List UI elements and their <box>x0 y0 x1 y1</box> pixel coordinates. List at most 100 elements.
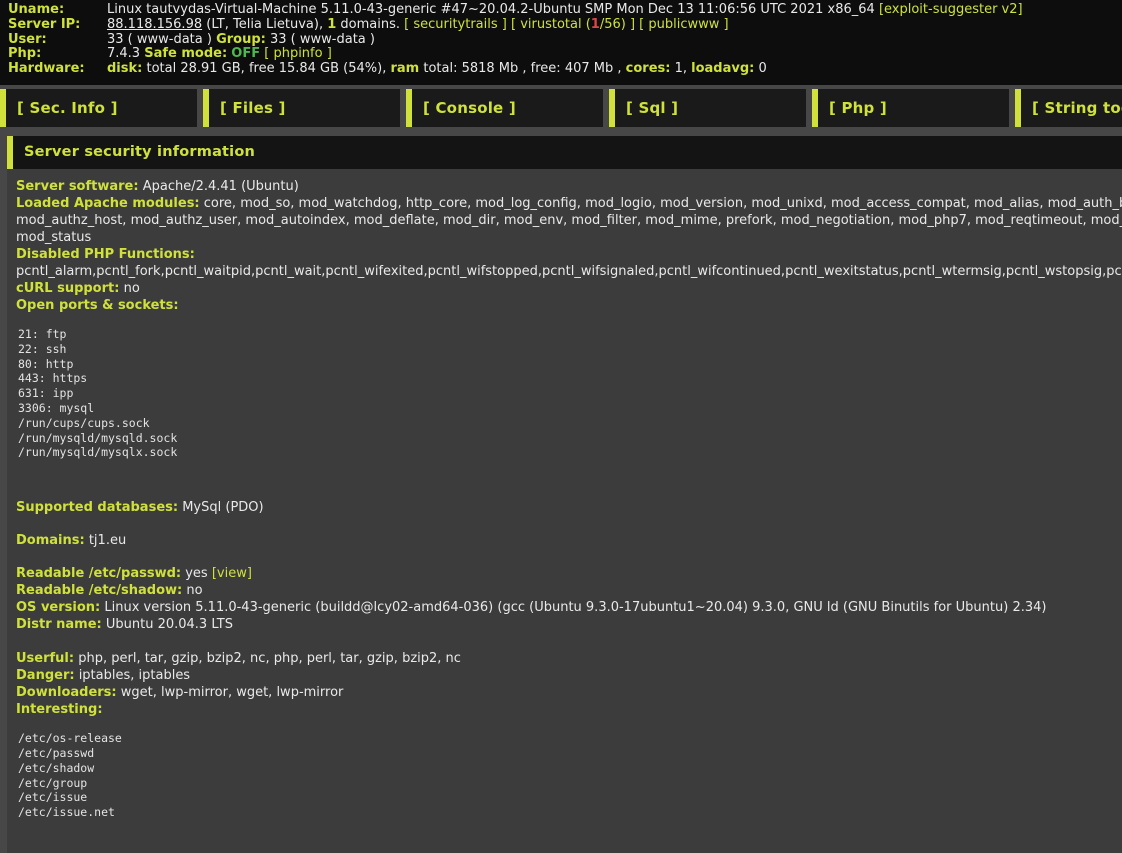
text-segment: Userful: <box>16 651 74 666</box>
tab-bar: [ Sec. Info ] [ Files ] [ Console ] [ Sql ]… <box>0 89 1122 127</box>
userful-line: Userful: php, perl, tar, gzip, bzip2, nc… <box>16 650 1122 667</box>
server-ip-row-value: 88.118.156.98 (LT, Telia Lietuva), 1 dom… <box>107 18 729 33</box>
text-segment: 1 <box>591 17 600 32</box>
text-segment: Danger: <box>16 668 75 683</box>
uname-row-label: Uname: <box>0 3 107 18</box>
section-title: Server security information <box>24 144 255 160</box>
text-segment: php, perl, tar, gzip, bzip2, nc, php, pe… <box>74 651 461 666</box>
server-software-line: Server software: Apache/2.4.41 (Ubuntu) <box>16 178 1122 195</box>
spacer <box>16 516 1122 532</box>
text-segment: tj1.eu <box>85 533 126 548</box>
tab-files-label: [ Files ] <box>220 99 286 117</box>
open-ports-label: Open ports & sockets: <box>16 297 1122 314</box>
hardware-row-label: Hardware: <box>0 62 107 77</box>
security-info-body: Server software: Apache/2.4.41 (Ubuntu)L… <box>7 169 1122 853</box>
hardware-row: Hardware:disk: total 28.91 GB, free 15.8… <box>0 62 1122 77</box>
curl-support-line: cURL support: no <box>16 280 1122 297</box>
text-segment: Group: <box>216 32 266 47</box>
text-segment: cores: <box>626 61 671 76</box>
tab-sec-info-label: [ Sec. Info ] <box>17 99 118 117</box>
php-row: Php:7.4.3 Safe mode: OFF [ phpinfo ] <box>0 47 1122 62</box>
server-ip-row: Server IP:88.118.156.98 (LT, Telia Lietu… <box>0 18 1122 33</box>
text-segment: Supported databases: <box>16 500 178 515</box>
server-ip-link[interactable]: 88.118.156.98 <box>107 17 202 32</box>
text-segment: cURL support: <box>16 281 119 296</box>
tab-string-tools-label: [ String tools ] <box>1032 99 1122 117</box>
text-segment: Readable /etc/passwd: <box>16 566 181 581</box>
php-row-label: Php: <box>0 47 107 62</box>
interesting-files-list: /etc/os-release /etc/passwd /etc/shadow … <box>18 731 1122 820</box>
text-segment: 1 <box>327 17 336 32</box>
php-row-value: 7.4.3 Safe mode: OFF [ phpinfo ] <box>107 47 332 62</box>
text-segment: no <box>182 583 202 598</box>
section-header: Server security information <box>7 136 1122 169</box>
publicwww-link[interactable]: [ publicwww ] <box>639 17 728 32</box>
text-segment: total 28.91 GB, free 15.84 GB (54%), <box>142 61 390 76</box>
uname-row: Uname:Linux tautvydas-Virtual-Machine 5.… <box>0 3 1122 18</box>
text-segment: 7.4.3 <box>107 46 144 61</box>
text-segment: loadavg: <box>691 61 754 76</box>
user-row: User:33 ( www-data ) Group: 33 ( www-dat… <box>0 33 1122 48</box>
disabled-php-functions-label: Disabled PHP Functions: <box>16 246 1122 263</box>
text-segment: domains. <box>336 17 404 32</box>
virustotal-link[interactable]: /56) ] <box>600 17 635 32</box>
tab-php-label: [ Php ] <box>829 99 887 117</box>
text-segment: OS version: <box>16 600 100 615</box>
text-segment: Distr name: <box>16 617 102 632</box>
text-segment: OFF <box>231 46 260 61</box>
tab-php[interactable]: [ Php ] <box>812 89 1009 127</box>
disabled-php-functions-value: pcntl_alarm,pcntl_fork,pcntl_waitpid,pcn… <box>16 263 1122 280</box>
apache-modules-line: Loaded Apache modules: core, mod_so, mod… <box>16 195 1122 246</box>
tab-console-label: [ Console ] <box>423 99 516 117</box>
text-segment: Downloaders: <box>16 685 117 700</box>
downloaders-line: Downloaders: wget, lwp-mirror, wget, lwp… <box>16 684 1122 701</box>
text-segment: disk: <box>107 61 142 76</box>
text-segment: pcntl_alarm,pcntl_fork,pcntl_waitpid,pcn… <box>16 264 1122 279</box>
os-version-line: OS version: Linux version 5.11.0-43-gene… <box>16 599 1122 616</box>
text-segment: Linux tautvydas-Virtual-Machine 5.11.0-4… <box>107 2 879 17</box>
readable-shadow-line: Readable /etc/shadow: no <box>16 582 1122 599</box>
supported-databases-line: Supported databases: MySql (PDO) <box>16 499 1122 516</box>
spacer <box>16 549 1122 565</box>
text-segment: 33 ( www-data ) <box>107 32 216 47</box>
text-segment: Ubuntu 20.04.3 LTS <box>102 617 233 632</box>
view-passwd-link[interactable]: [view] <box>212 566 252 581</box>
text-segment: Safe mode: <box>144 46 227 61</box>
server-info-rows: Uname:Linux tautvydas-Virtual-Machine 5.… <box>0 3 1122 77</box>
virustotal-link[interactable]: [ virustotal ( <box>511 17 591 32</box>
text-segment: mod_authz_host, mod_authz_user, mod_auto… <box>16 213 1122 228</box>
text-segment: 0 <box>754 61 766 76</box>
text-segment: core, mod_so, mod_watchdog, http_core, m… <box>200 196 1122 211</box>
text-segment: Open ports & sockets: <box>16 298 179 313</box>
text-segment: Loaded Apache modules: <box>16 196 200 211</box>
tab-console[interactable]: [ Console ] <box>406 89 603 127</box>
tab-sec-info[interactable]: [ Sec. Info ] <box>0 89 197 127</box>
tab-sql[interactable]: [ Sql ] <box>609 89 806 127</box>
text-segment: ram <box>390 61 419 76</box>
danger-line: Danger: iptables, iptables <box>16 667 1122 684</box>
domains-line: Domains: tj1.eu <box>16 532 1122 549</box>
tab-string-tools[interactable]: [ String tools ] <box>1015 89 1122 127</box>
spacer <box>16 473 1122 499</box>
open-ports-list: 21: ftp 22: ssh 80: http 443: https 631:… <box>18 327 1122 460</box>
text-segment: wget, lwp-mirror, wget, lwp-mirror <box>117 685 344 700</box>
server-ip-row-label: Server IP: <box>0 18 107 33</box>
text-segment: Readable /etc/shadow: <box>16 583 182 598</box>
distr-name-line: Distr name: Ubuntu 20.04.3 LTS <box>16 616 1122 633</box>
text-segment: Domains: <box>16 533 85 548</box>
text-segment: total: 5818 Mb , free: 407 Mb , <box>419 61 625 76</box>
text-segment: yes <box>181 566 212 581</box>
exploit-suggester-link[interactable]: [exploit-suggester v2] <box>879 2 1023 17</box>
user-row-label: User: <box>0 33 107 48</box>
text-segment: MySql (PDO) <box>178 500 264 515</box>
phpinfo-link[interactable]: [ phpinfo ] <box>264 46 332 61</box>
text-segment: Server software: <box>16 179 139 194</box>
securitytrails-link[interactable]: [ securitytrails ] <box>404 17 507 32</box>
text-segment: 1, <box>670 61 691 76</box>
text-segment: 33 ( www-data ) <box>266 32 375 47</box>
tab-files[interactable]: [ Files ] <box>203 89 400 127</box>
text-segment: (LT, Telia Lietuva), <box>202 17 327 32</box>
text-segment: Linux version 5.11.0-43-generic (buildd@… <box>100 600 1046 615</box>
uname-row-value: Linux tautvydas-Virtual-Machine 5.11.0-4… <box>107 3 1023 18</box>
text-segment: Apache/2.4.41 (Ubuntu) <box>139 179 299 194</box>
